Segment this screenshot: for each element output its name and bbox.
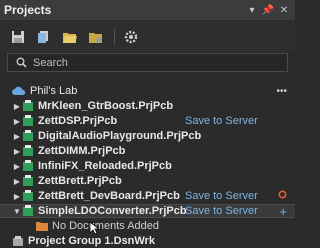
no-documents-row: No Documents Added (0, 219, 295, 233)
project-row[interactable]: ▶ DigitalAudioPlayground.PrjPcb (0, 129, 295, 143)
expand-arrow-icon[interactable]: ▶ (12, 147, 22, 156)
expand-arrow-icon[interactable]: ▶ (12, 177, 22, 186)
project-name: ZettDIMM.PrjPcb (38, 145, 126, 157)
workspace-cloud-icon (12, 86, 26, 96)
panel-title: Projects (4, 3, 52, 17)
open-folder-icon[interactable] (60, 27, 80, 47)
folder-icon (36, 221, 48, 231)
project-name: ZettDSP.PrjPcb (38, 115, 118, 127)
pcb-project-icon (22, 175, 34, 187)
project-name: ZettBrett.PrjPcb (38, 175, 122, 187)
collapse-arrow-icon[interactable]: ▼ (12, 207, 22, 216)
pcb-project-icon (22, 160, 34, 172)
project-row[interactable]: ▶ MrKleen_GtrBoost.PrjPcb (0, 99, 295, 113)
workspace-row[interactable]: Phil's Lab ••• (0, 84, 295, 98)
save-to-server-link[interactable]: Save to Server (185, 205, 258, 217)
search-input[interactable]: Search (33, 57, 68, 69)
more-options-icon[interactable]: ••• (276, 86, 287, 97)
project-row[interactable]: ▶ InfiniFX_Reloaded.PrjPcb (0, 159, 295, 173)
save-to-server-link[interactable]: Save to Server (185, 115, 258, 127)
expand-arrow-icon[interactable]: ▶ (12, 102, 22, 111)
expand-arrow-icon[interactable]: ▶ (12, 192, 22, 201)
pcb-project-icon (22, 190, 34, 202)
copy-document-icon[interactable] (34, 27, 54, 47)
pin-icon[interactable]: 📌 (261, 3, 275, 17)
add-icon[interactable]: + (279, 204, 287, 219)
no-documents-label: No Documents Added (52, 220, 160, 232)
panel-titlebar: Projects ▾ 📌 ✕ (0, 0, 295, 21)
project-row[interactable]: ▶ ZettBrett_DevBoard.PrjPcb Save to Serv… (0, 189, 295, 203)
close-icon[interactable]: ✕ (277, 3, 291, 17)
expand-arrow-icon[interactable]: ▶ (12, 132, 22, 141)
project-name: DigitalAudioPlayground.PrjPcb (38, 130, 202, 142)
project-row-selected[interactable]: ▼ SimpleLDOConverter.PrjPcb Save to Serv… (0, 204, 295, 219)
pcb-project-icon (22, 115, 34, 127)
expand-arrow-icon[interactable]: ▶ (12, 162, 22, 171)
save-to-server-link[interactable]: Save to Server (185, 190, 258, 202)
pcb-project-icon (22, 100, 34, 112)
toolbar (0, 21, 295, 52)
mouse-cursor-icon (89, 221, 101, 238)
pcb-project-icon (22, 205, 34, 217)
project-row[interactable]: ▶ ZettBrett.PrjPcb (0, 174, 295, 188)
pcb-project-icon (22, 145, 34, 157)
project-name: ZettBrett_DevBoard.PrjPcb (38, 190, 180, 202)
panel-controls: ▾ 📌 ✕ (245, 3, 291, 17)
pcb-project-icon (22, 130, 34, 142)
dropdown-arrow-icon[interactable]: ▾ (245, 3, 259, 17)
workspace-label: Phil's Lab (30, 85, 78, 97)
project-row[interactable]: ▶ ZettDIMM.PrjPcb (0, 144, 295, 158)
project-row[interactable]: ▶ ZettDSP.PrjPcb Save to Server (0, 114, 295, 128)
save-icon[interactable] (8, 27, 28, 47)
project-group-icon (12, 235, 24, 247)
toolbar-divider (114, 28, 115, 45)
project-name: SimpleLDOConverter.PrjPcb (38, 205, 187, 217)
gear-icon[interactable] (121, 27, 141, 47)
expand-arrow-icon[interactable]: ▶ (12, 117, 22, 126)
search-box[interactable]: Search (7, 53, 288, 72)
modified-status-icon (278, 190, 287, 202)
folder-settings-icon[interactable] (86, 27, 106, 47)
project-name: InfiniFX_Reloaded.PrjPcb (38, 160, 172, 172)
search-icon (16, 57, 27, 68)
project-name: MrKleen_GtrBoost.PrjPcb (38, 100, 174, 112)
